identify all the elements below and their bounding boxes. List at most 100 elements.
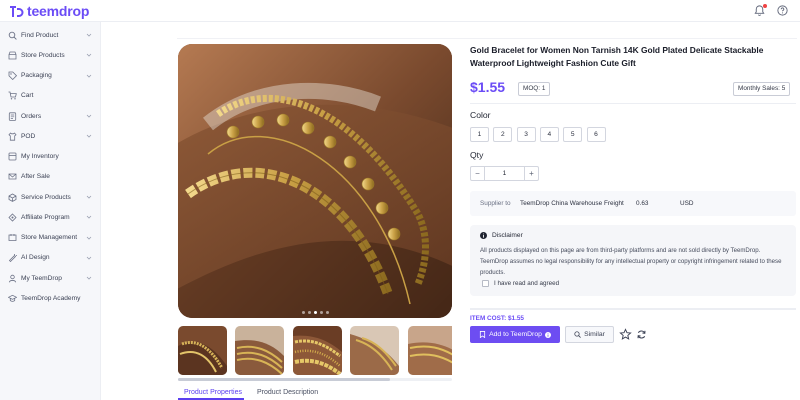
sidebar-item-label: Affiliate Program [21, 213, 70, 221]
sidebar-item-label: Cart [21, 92, 34, 100]
scrollbar-thumb[interactable] [178, 378, 390, 381]
color-option[interactable]: 3 [516, 127, 536, 142]
chevron-down-icon [86, 114, 92, 118]
similar-button[interactable]: Similar [565, 326, 614, 343]
notification-dot [763, 4, 767, 8]
chevron-down-icon [86, 276, 92, 280]
color-option[interactable]: 1 [470, 127, 489, 142]
thumbnail-image[interactable] [408, 326, 452, 375]
user-icon [8, 274, 17, 282]
thumbnail-image[interactable] [235, 326, 284, 375]
brand-logo[interactable]: teemdrop [8, 3, 89, 19]
disclaimer-text: All products displayed on this page are … [480, 247, 782, 276]
sidebar-item-find-product[interactable]: Find Product [0, 25, 101, 45]
tab-product-properties[interactable]: Product Properties [184, 389, 242, 396]
shipping-price: 0.63 [636, 200, 649, 207]
info-icon [544, 331, 551, 338]
sidebar-item-label: Store Products [21, 51, 65, 59]
thumbnail-image[interactable] [293, 326, 342, 375]
sidebar-item-affiliate-program[interactable]: Affiliate Program [0, 207, 101, 227]
pagination-dot[interactable] [301, 311, 305, 314]
affiliate-icon [8, 213, 17, 222]
sidebar-item-orders[interactable]: Orders [0, 106, 101, 126]
divider [470, 103, 796, 104]
sidebar-item-label: Packaging [21, 72, 52, 79]
color-option[interactable]: 6 [586, 127, 606, 142]
brand-name: teemdrop [27, 3, 90, 19]
shipping-method[interactable]: TeemDrop China Warehouse Freight [520, 200, 624, 207]
sidebar-item-label: My TeemDrop [21, 274, 62, 282]
sidebar-item-after-sale[interactable]: After Sale [0, 167, 101, 187]
monthly-sales-badge: Monthly Sales: 5 [733, 82, 791, 96]
thumbnail-image[interactable] [350, 326, 399, 375]
ai-design-icon [8, 254, 17, 263]
shipping-currency: USD [680, 200, 694, 207]
sidebar-item-label: After Sale [21, 173, 50, 181]
top-bar: teemdrop [0, 0, 800, 22]
sidebar-item-ai-design[interactable]: AI Design [0, 248, 101, 268]
checkbox-box[interactable] [482, 280, 489, 287]
tab-product-description[interactable]: Product Description [257, 389, 318, 396]
product-main-image[interactable] [178, 44, 452, 318]
pagination-dot[interactable] [325, 311, 329, 314]
sidebar-item-label: POD [21, 132, 36, 140]
sidebar-item-pod[interactable]: POD [0, 126, 101, 146]
search-icon [574, 331, 581, 338]
sidebar-item-cart[interactable]: Cart [0, 86, 101, 106]
orders-icon [8, 111, 17, 121]
service-icon [8, 193, 17, 202]
qty-decrement-button[interactable]: − [471, 167, 485, 180]
academy-icon [8, 294, 17, 302]
sidebar-item-teemdrop-academy[interactable]: TeemDrop Academy [0, 288, 101, 308]
tag-icon [8, 71, 17, 80]
add-button-label: Add to TeemDrop [489, 331, 542, 338]
supplier-label: Supplier to [480, 200, 511, 207]
pagination-dot[interactable] [319, 311, 323, 314]
color-option[interactable]: 5 [563, 127, 583, 142]
shipping-row: Supplier to TeemDrop China Warehouse Fre… [470, 191, 796, 216]
sidebar: Find Product Store Products Packaging Cart O… [0, 22, 101, 400]
qty-input[interactable]: 1 [485, 167, 524, 180]
notification-bell-icon[interactable] [753, 4, 767, 17]
favorite-star-icon[interactable] [619, 328, 632, 341]
help-icon[interactable] [776, 4, 789, 17]
top-divider [177, 38, 797, 39]
info-icon [480, 232, 487, 239]
divider [470, 308, 796, 310]
color-option[interactable]: 2 [493, 127, 513, 142]
chevron-down-icon [86, 53, 92, 57]
sidebar-item-packaging[interactable]: Packaging [0, 66, 101, 86]
sidebar-item-label: My Inventory [21, 153, 59, 160]
inventory-icon [8, 152, 17, 161]
sidebar-item-my-inventory[interactable]: My Inventory [0, 147, 101, 167]
similar-label: Similar [584, 331, 605, 338]
sidebar-item-store-management[interactable]: Store Management [0, 228, 101, 248]
color-option[interactable]: 4 [539, 127, 559, 142]
chevron-down-icon [86, 74, 92, 78]
sidebar-item-label: AI Design [21, 254, 50, 262]
add-to-teemdrop-button[interactable]: Add to TeemDrop [470, 326, 560, 343]
logo-mark-icon [10, 5, 24, 17]
thumbnail-strip [178, 326, 452, 376]
qty-increment-button[interactable]: + [524, 167, 538, 180]
pagination-dot[interactable] [307, 311, 311, 314]
sidebar-item-label: TeemDrop Academy [21, 294, 81, 302]
sidebar-item-service-products[interactable]: Service Products [0, 187, 101, 207]
pagination-dot[interactable] [313, 311, 317, 314]
sidebar-item-store-products[interactable]: Store Products [0, 45, 101, 65]
disclaimer-title: Disclaimer [492, 232, 523, 239]
item-cost: ITEM COST: $1.55 [470, 315, 524, 322]
sync-icon[interactable] [636, 329, 647, 340]
product-price: $1.55 [470, 79, 506, 95]
color-label: Color [470, 110, 491, 120]
thumbnail-image[interactable] [178, 326, 227, 375]
thumbnail-scrollbar[interactable] [178, 378, 452, 381]
agree-label: I have read and agreed [494, 280, 560, 287]
image-pagination-dots[interactable] [178, 311, 452, 314]
qty-label: Qty [470, 150, 484, 160]
sidebar-item-my-teemdrop[interactable]: My TeemDrop [0, 268, 101, 288]
agree-checkbox[interactable]: I have read and agreed [482, 280, 559, 287]
bookmark-icon [480, 331, 486, 338]
store-icon [8, 51, 17, 60]
chevron-down-icon [86, 236, 92, 240]
